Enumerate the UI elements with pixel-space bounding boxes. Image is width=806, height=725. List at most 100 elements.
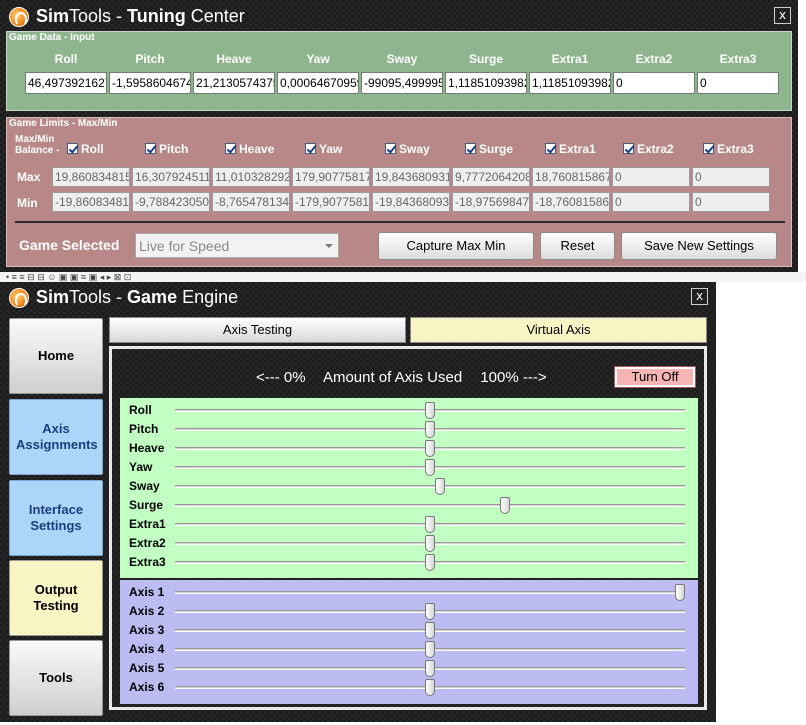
min-field-extra2[interactable]: 0 [612, 192, 690, 212]
slider-thumb-axis-3[interactable] [425, 622, 435, 639]
min-field-sway[interactable]: -19,84368093 [372, 192, 450, 212]
min-field-yaw[interactable]: -179,9077581 [292, 192, 370, 212]
slider-thumb-yaw[interactable] [425, 459, 435, 476]
checkmark-icon [623, 143, 634, 154]
axis-sliders-panel: Axis 1 Axis 2 Axis 3 Axis 4 Axis 5 Axis 6 [120, 580, 698, 704]
sidebar-item-label: Output Testing [33, 582, 79, 613]
engine-title-bar[interactable]: SimTools - Game Engine x [0, 282, 716, 314]
balance-checkbox-roll[interactable]: Roll [67, 142, 104, 156]
slider-thumb-axis-6[interactable] [425, 679, 435, 696]
column-header-extra2: Extra2 [635, 52, 673, 66]
engine-close-icon[interactable]: x [691, 288, 708, 305]
balance-checkbox-extra3[interactable]: Extra3 [703, 142, 754, 156]
input-field-surge[interactable]: 1,11851093982 [445, 72, 527, 94]
max-field-extra1[interactable]: 18,760815867 [532, 167, 610, 187]
slider-label: Extra1 [129, 517, 166, 531]
slider-track[interactable] [175, 485, 685, 488]
balance-checkbox-extra1[interactable]: Extra1 [545, 142, 596, 156]
slider-label: Sway [129, 479, 160, 493]
input-field-extra3[interactable]: 0 [697, 72, 779, 94]
max-field-heave[interactable]: 11,0103282928 [212, 167, 290, 187]
min-field-pitch[interactable]: -9,7884230506 [132, 192, 210, 212]
checkbox-label: Surge [479, 142, 514, 156]
checkmark-icon [385, 143, 396, 154]
min-row-label: Min [17, 196, 38, 210]
slider-thumb-axis-2[interactable] [425, 603, 435, 620]
slider-track[interactable] [175, 591, 685, 594]
caption-right: 100% ---> [480, 369, 547, 386]
turn-off-button[interactable]: Turn Off [614, 366, 696, 388]
balance-checkbox-sway[interactable]: Sway [385, 142, 430, 156]
input-field-extra2[interactable]: 0 [613, 72, 695, 94]
sidebar-home-button[interactable]: Home [9, 318, 103, 394]
capture-max-min-button[interactable]: Capture Max Min [378, 232, 534, 260]
slider-label: Axis 6 [129, 680, 165, 694]
slider-track[interactable] [175, 504, 685, 507]
sidebar-output-testing-button[interactable]: Output Testing [9, 560, 103, 636]
checkbox-label: Heave [239, 142, 275, 156]
max-field-pitch[interactable]: 16,3079245111 [132, 167, 210, 187]
sidebar-tools-button[interactable]: Tools [9, 640, 103, 716]
max-field-extra2[interactable]: 0 [612, 167, 690, 187]
slider-thumb-extra2[interactable] [425, 535, 435, 552]
sidebar-axis-assignments-button[interactable]: Axis Assignments [9, 399, 103, 475]
max-field-sway[interactable]: 19,843680931 [372, 167, 450, 187]
slider-label: Axis 4 [129, 642, 165, 656]
balance-checkbox-surge[interactable]: Surge [465, 142, 513, 156]
game-selected-value: Live for Speed [139, 238, 230, 254]
input-field-sway[interactable]: -99095,499995 [361, 72, 443, 94]
min-field-surge[interactable]: -18,97569847 [452, 192, 530, 212]
reset-button[interactable]: Reset [540, 232, 615, 260]
max-field-extra3[interactable]: 0 [692, 167, 770, 187]
slider-thumb-extra1[interactable] [425, 516, 435, 533]
input-field-roll[interactable]: 46,4973921627 [25, 72, 107, 94]
slider-label: Pitch [129, 422, 159, 436]
save-new-settings-button[interactable]: Save New Settings [621, 232, 777, 260]
balance-checkbox-yaw[interactable]: Yaw [305, 142, 342, 156]
maxmin-balance-label: Max/Min Balance - [15, 134, 60, 156]
slider-thumb-extra3[interactable] [425, 554, 435, 571]
slider-thumb-pitch[interactable] [425, 421, 435, 438]
sidebar-item-label: Interface Settings [28, 502, 84, 533]
game-data-input-group: Game Data - Input Roll Pitch Heave Yaw Sway S… [6, 31, 792, 111]
game-selected-dropdown[interactable]: Live for Speed [135, 233, 339, 258]
slider-label: Extra2 [129, 536, 166, 550]
tab-axis-testing[interactable]: Axis Testing [109, 317, 406, 343]
slider-thumb-heave[interactable] [425, 440, 435, 457]
min-field-roll[interactable]: -19,8608348155 [52, 192, 130, 212]
slider-thumb-axis-4[interactable] [425, 641, 435, 658]
sidebar-interface-settings-button[interactable]: Interface Settings [9, 480, 103, 556]
input-field-heave[interactable]: 21,2130574375 [193, 72, 275, 94]
tuning-title-bar[interactable]: SimTools - Tuning Center x [0, 0, 798, 32]
min-field-heave[interactable]: -8,765478134 [212, 192, 290, 212]
tab-virtual-axis[interactable]: Virtual Axis [410, 317, 707, 343]
slider-row-surge: Surge [120, 496, 698, 515]
min-field-extra1[interactable]: -18,76081586 [532, 192, 610, 212]
balance-checkbox-heave[interactable]: Heave [225, 142, 274, 156]
input-field-pitch[interactable]: -1,5958604674 [109, 72, 191, 94]
balance-checkbox-pitch[interactable]: Pitch [145, 142, 188, 156]
game-data-input-label: Game Data - Input [9, 32, 95, 43]
slider-label: Extra3 [129, 555, 166, 569]
checkbox-label: Extra2 [637, 142, 674, 156]
max-field-roll[interactable]: 19,8608348155 [52, 167, 130, 187]
max-field-surge[interactable]: 9,7772064208 [452, 167, 530, 187]
slider-thumb-surge[interactable] [500, 497, 510, 514]
slider-row-yaw: Yaw [120, 458, 698, 477]
background-toolbar-strip: • ≡ ≡ ⊟ ⊟ ☺ ▣ ▣ ≡ ▣ ◂ ▸ ⊠ ⊡ [0, 272, 806, 282]
slider-thumb-axis-5[interactable] [425, 660, 435, 677]
min-field-extra3[interactable]: 0 [692, 192, 770, 212]
max-field-yaw[interactable]: 179,90775817 [292, 167, 370, 187]
input-field-yaw[interactable]: 0,00064670959 [277, 72, 359, 94]
tuning-close-icon[interactable]: x [774, 7, 791, 24]
slider-thumb-axis-1[interactable] [675, 584, 685, 601]
slider-thumb-sway[interactable] [435, 478, 445, 495]
input-field-extra1[interactable]: 1,11851093982 [529, 72, 611, 94]
sidebar-item-label: Home [37, 348, 75, 363]
balance-checkbox-extra2[interactable]: Extra2 [623, 142, 674, 156]
slider-thumb-roll[interactable] [425, 402, 435, 419]
column-header-pitch: Pitch [135, 52, 165, 66]
checkmark-icon [545, 143, 556, 154]
column-header-sway: Sway [386, 52, 418, 66]
caption-left: <--- 0% [256, 369, 306, 386]
